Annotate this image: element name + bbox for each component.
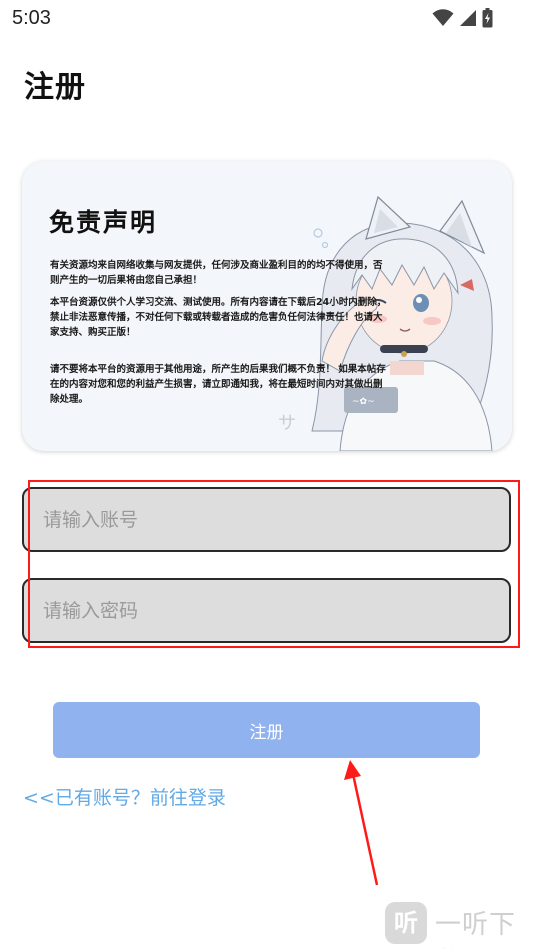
account-field[interactable]: [22, 487, 511, 552]
status-icons: [432, 8, 493, 28]
watermark-logo: 听: [385, 902, 427, 944]
disclaimer-title: 免责声明: [49, 208, 158, 237]
register-button[interactable]: 注册: [53, 702, 480, 758]
status-time: 5:03: [12, 7, 51, 29]
disclaimer-paragraph: 有关资源均来自网络收集与网友提供，任何涉及商业盈利目的的均不得使用，否则产生的一…: [50, 260, 383, 286]
svg-text:サ: サ: [278, 413, 296, 434]
go-to-login-link[interactable]: <<已有账号？前往登录: [23, 783, 226, 810]
status-bar: 5:03: [0, 0, 533, 36]
password-input[interactable]: [24, 580, 509, 641]
page-title: 注册: [24, 70, 86, 105]
watermark-text: 一听下载: [435, 910, 517, 948]
battery-charging-icon: [482, 8, 493, 28]
password-field[interactable]: [22, 578, 511, 643]
account-input[interactable]: [24, 489, 509, 550]
watermark: 听 一听下载: [373, 896, 533, 948]
disclaimer-paragraph: 请不要将本平台的资源用于其他用途，所产生的后果我们概不负责！ 如果本帖存在的内容…: [50, 364, 386, 405]
wifi-icon: [432, 9, 454, 26]
signal-icon: [460, 10, 476, 26]
disclaimer-paragraph: 本平台资源仅供个人学习交流、测试使用。所有内容请在下载后24小时内删除，禁止非法…: [50, 297, 387, 338]
disclaimer-banner: サ ~✿~ 免责声明 有关资源均来自网络收集与网友提供，任何涉及商业盈利目的的均…: [22, 161, 512, 451]
